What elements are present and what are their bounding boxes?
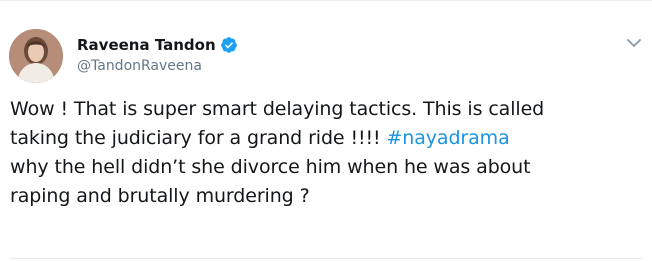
divider bbox=[10, 258, 642, 259]
avatar[interactable] bbox=[9, 29, 63, 83]
hashtag-link[interactable]: #nayadrama bbox=[386, 127, 509, 149]
chevron-down-icon[interactable] bbox=[626, 37, 642, 49]
tweet-text-fragment: taking the judiciary for a grand ride !!… bbox=[10, 127, 387, 149]
tweet-text-line: taking the judiciary for a grand ride !!… bbox=[10, 124, 630, 153]
verified-badge-icon bbox=[220, 37, 237, 53]
tweet-text-line: why the hell didn’t she divorce him when… bbox=[10, 156, 531, 178]
author-handle[interactable]: @TandonRaveena bbox=[77, 57, 202, 75]
avatar-photo-icon bbox=[9, 29, 63, 83]
tweet-card: Raveena Tandon @TandonRaveena Wow ! That… bbox=[0, 0, 652, 261]
tweet-text: Wow ! That is super smart delaying tacti… bbox=[10, 95, 630, 211]
author-name-row[interactable]: Raveena Tandon bbox=[77, 35, 238, 55]
author-display-name[interactable]: Raveena Tandon bbox=[77, 35, 216, 55]
tweet-text-line: Wow ! That is super smart delaying tacti… bbox=[10, 98, 545, 120]
tweet-text-line: raping and brutally murdering ? bbox=[10, 185, 310, 207]
